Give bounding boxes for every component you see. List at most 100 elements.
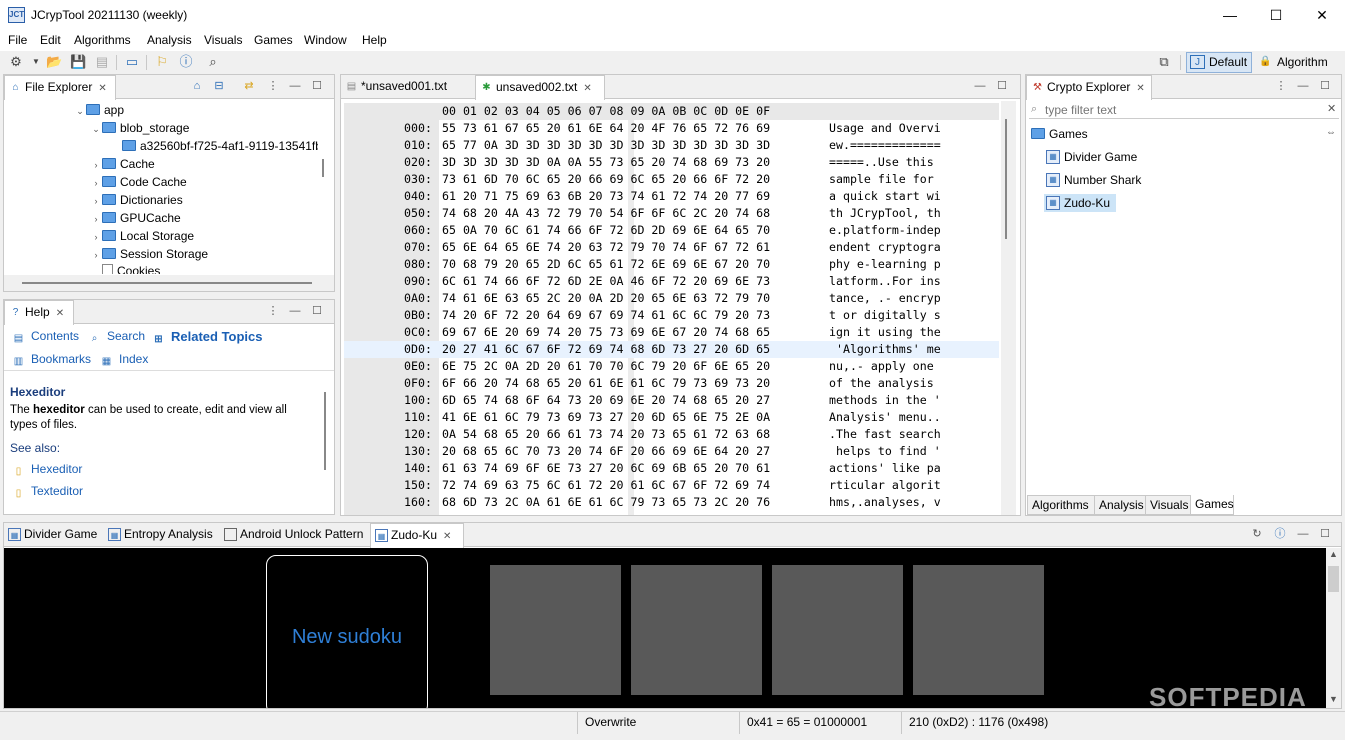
hex-ascii[interactable]: Analysis' menu.. — [829, 409, 941, 426]
hex-ascii[interactable]: e.platform-indep — [829, 222, 941, 239]
menu-window[interactable]: Window — [304, 33, 347, 47]
view-menu-icon[interactable]: ⋮ — [266, 304, 280, 318]
collapse-icon[interactable]: ⇔ — [1326, 127, 1336, 138]
filter-input[interactable] — [1045, 102, 1315, 118]
scroll-up-icon[interactable]: ▲ — [1329, 549, 1338, 559]
hex-bytes[interactable]: 61 63 74 69 6F 6E 73 27 20 6C 69 6B 65 2… — [442, 460, 770, 477]
chevron-right-icon[interactable]: › — [90, 174, 102, 192]
help-bookmarks-link[interactable]: ▥ Bookmarks — [12, 352, 91, 368]
minimize-view-icon[interactable]: — — [288, 304, 302, 318]
hex-ascii[interactable]: =====..Use this — [829, 154, 941, 171]
hex-bytes[interactable]: 20 68 65 6C 70 73 20 74 6F 20 66 69 6E 6… — [442, 443, 770, 460]
hex-row[interactable]: 150: 72 74 69 63 75 6C 61 72 20 61 6C 67 … — [344, 477, 999, 494]
hex-ascii[interactable]: t or digitally s — [829, 307, 941, 324]
tab-zudo-ku[interactable]: ▦ Zudo-Ku ✕ — [370, 523, 464, 548]
clear-filter-icon[interactable]: ✕ — [1327, 102, 1336, 115]
hex-editor[interactable]: 00 01 02 03 04 05 06 07 08 09 0A 0B 0C 0… — [344, 101, 1009, 515]
monitor-icon[interactable]: ▭ — [124, 54, 140, 70]
close-icon[interactable]: ✕ — [583, 83, 591, 94]
tree-item-cookies[interactable]: Cookies — [102, 262, 160, 274]
close-icon[interactable]: ✕ — [98, 83, 106, 94]
hex-bytes[interactable]: 72 74 69 63 75 6C 61 72 20 61 6C 67 6F 7… — [442, 477, 770, 494]
perspective-default-button[interactable]: J Default — [1186, 52, 1253, 73]
hex-bytes[interactable]: 3D 3D 3D 3D 3D 0A 0A 55 73 65 20 74 68 6… — [442, 154, 770, 171]
tree-item-dictionaries[interactable]: › Dictionaries — [90, 191, 183, 209]
hex-ascii[interactable]: ign it using the — [829, 324, 941, 341]
help-vscroll-thumb[interactable] — [324, 392, 326, 470]
hex-bytes[interactable]: 65 0A 70 6C 61 74 66 6F 72 6D 2D 69 6E 6… — [442, 222, 770, 239]
save-icon[interactable]: 💾 — [70, 54, 86, 70]
tree-vscroll-thumb[interactable] — [322, 159, 324, 177]
tree-item-app[interactable]: ⌄ app — [74, 101, 124, 119]
tab-unsaved002[interactable]: ✱ unsaved002.txt ✕ — [475, 75, 605, 100]
chevron-right-icon[interactable]: › — [90, 246, 102, 264]
hex-row[interactable]: 070: 65 6E 64 65 6E 74 20 63 72 79 70 74 … — [344, 239, 999, 256]
menu-algorithms[interactable]: Algorithms — [74, 33, 131, 47]
tree-hscroll-thumb[interactable] — [22, 282, 312, 284]
menu-analysis[interactable]: Analysis — [147, 33, 192, 47]
hex-row[interactable]: 110: 41 6E 61 6C 79 73 69 73 27 20 6D 65 … — [344, 409, 999, 426]
hex-bytes[interactable]: 68 6D 73 2C 0A 61 6E 61 6C 79 73 65 73 2… — [442, 494, 770, 511]
menu-help[interactable]: Help — [362, 33, 387, 47]
maximize-view-icon[interactable]: ☐ — [1318, 79, 1332, 93]
hex-ascii[interactable]: nu,.- apply one — [829, 358, 941, 375]
hex-row[interactable]: 0E0: 6E 75 2C 0A 2D 20 61 70 70 6C 79 20 … — [344, 358, 999, 375]
close-icon[interactable]: ✕ — [443, 531, 451, 542]
maximize-button[interactable]: ☐ — [1253, 0, 1299, 31]
close-button[interactable]: ✕ — [1299, 0, 1345, 31]
menu-file[interactable]: File — [8, 33, 27, 47]
sudoku-tile[interactable] — [490, 565, 621, 695]
hex-bytes[interactable]: 65 77 0A 3D 3D 3D 3D 3D 3D 3D 3D 3D 3D 3… — [442, 137, 770, 154]
close-icon[interactable]: ✕ — [1136, 83, 1144, 94]
tree-item-local-storage[interactable]: › Local Storage — [90, 227, 195, 245]
tab-entropy-analysis[interactable]: ▦ Entropy Analysis — [104, 523, 220, 547]
help-link-texteditor[interactable]: ▯ Texteditor — [12, 484, 83, 500]
hex-row[interactable]: 0C0: 69 67 6E 20 69 74 20 75 73 69 6E 67 … — [344, 324, 999, 341]
hex-ascii[interactable]: actions' like pa — [829, 460, 941, 477]
tree-item-session-storage[interactable]: › Session Storage — [90, 245, 209, 264]
hex-bytes[interactable]: 74 20 6F 72 20 64 69 67 69 74 61 6C 6C 7… — [442, 307, 770, 324]
hex-ascii[interactable]: latform..For ins — [829, 273, 941, 290]
tab-crypto-explorer[interactable]: ⚒ Crypto Explorer ✕ — [1026, 75, 1152, 100]
hex-vscrollbar[interactable] — [1001, 101, 1016, 515]
maximize-view-icon[interactable]: ☐ — [995, 79, 1009, 93]
hex-row[interactable]: 000: 55 73 61 67 65 20 61 6E 64 20 4F 76 … — [344, 120, 999, 137]
menu-visuals[interactable]: Visuals — [204, 33, 242, 47]
hex-row[interactable]: 060: 65 0A 70 6C 61 74 66 6F 72 6D 2D 69 … — [344, 222, 999, 239]
hex-ascii[interactable]: helps to find ' — [829, 443, 941, 460]
close-icon[interactable]: ✕ — [56, 308, 64, 319]
tree-item-blob-id[interactable]: a32560bf-f725-4af1-9119-13541fb — [122, 137, 318, 155]
hex-row[interactable]: 040: 61 20 71 75 69 63 6B 20 73 74 61 72 … — [344, 188, 999, 205]
minimize-view-icon[interactable]: — — [1296, 79, 1310, 93]
hex-ascii[interactable]: ew.============= — [829, 137, 941, 154]
hex-row[interactable]: 090: 6C 61 74 66 6F 72 6D 2E 0A 46 6F 72 … — [344, 273, 999, 290]
crypto-item-number-shark[interactable]: ▦ Number Shark — [1044, 171, 1141, 189]
minimize-view-icon[interactable]: — — [973, 79, 987, 93]
home-icon[interactable]: ⌂ — [190, 79, 204, 93]
search-icon[interactable]: ⌕ — [205, 54, 221, 70]
hex-bytes[interactable]: 6D 65 74 68 6F 64 73 20 69 6E 20 74 68 6… — [442, 392, 770, 409]
hex-row[interactable]: 160: 68 6D 73 2C 0A 61 6E 61 6C 79 73 65 … — [344, 494, 999, 511]
open-perspective-icon[interactable]: ⧉ — [1156, 54, 1172, 70]
sudoku-tile[interactable] — [913, 565, 1044, 695]
view-menu-icon[interactable]: ⋮ — [1274, 79, 1288, 93]
tab-visuals[interactable]: Visuals — [1145, 495, 1191, 515]
tree-item-code-cache[interactable]: › Code Cache — [90, 173, 187, 191]
hex-ascii[interactable]: Usage and Overvi — [829, 120, 941, 137]
scroll-down-icon[interactable]: ▼ — [1329, 694, 1338, 704]
hex-row[interactable]: 0A0: 74 61 6E 63 65 2C 20 0A 2D 20 65 6E … — [344, 290, 999, 307]
hex-row[interactable]: 0D0: 20 27 41 6C 67 6F 72 69 74 68 6D 73 … — [344, 341, 999, 358]
hex-row[interactable]: 020: 3D 3D 3D 3D 3D 0A 0A 55 73 65 20 74 … — [344, 154, 999, 171]
hex-bytes[interactable]: 69 67 6E 20 69 74 20 75 73 69 6E 67 20 7… — [442, 324, 770, 341]
hex-ascii[interactable]: a quick start wi — [829, 188, 941, 205]
hex-bytes[interactable]: 74 68 20 4A 43 72 79 70 54 6F 6F 6C 2C 2… — [442, 205, 770, 222]
chevron-right-icon[interactable]: › — [90, 210, 102, 228]
hex-row[interactable]: 030: 73 61 6D 70 6C 65 20 66 69 6C 65 20 … — [344, 171, 999, 188]
hex-bytes[interactable]: 61 20 71 75 69 63 6B 20 73 74 61 72 74 2… — [442, 188, 770, 205]
hex-row[interactable]: 080: 70 68 79 20 65 2D 6C 65 61 72 6E 69 … — [344, 256, 999, 273]
save-all-icon[interactable]: ▤ — [94, 54, 110, 70]
tab-unsaved001[interactable]: ▤ *unsaved001.txt — [341, 75, 475, 99]
refresh-icon[interactable]: ↻ — [1250, 527, 1264, 541]
hex-row[interactable]: 100: 6D 65 74 68 6F 64 73 20 69 6E 20 74 … — [344, 392, 999, 409]
collapse-all-icon[interactable]: ⊟ — [212, 79, 226, 93]
